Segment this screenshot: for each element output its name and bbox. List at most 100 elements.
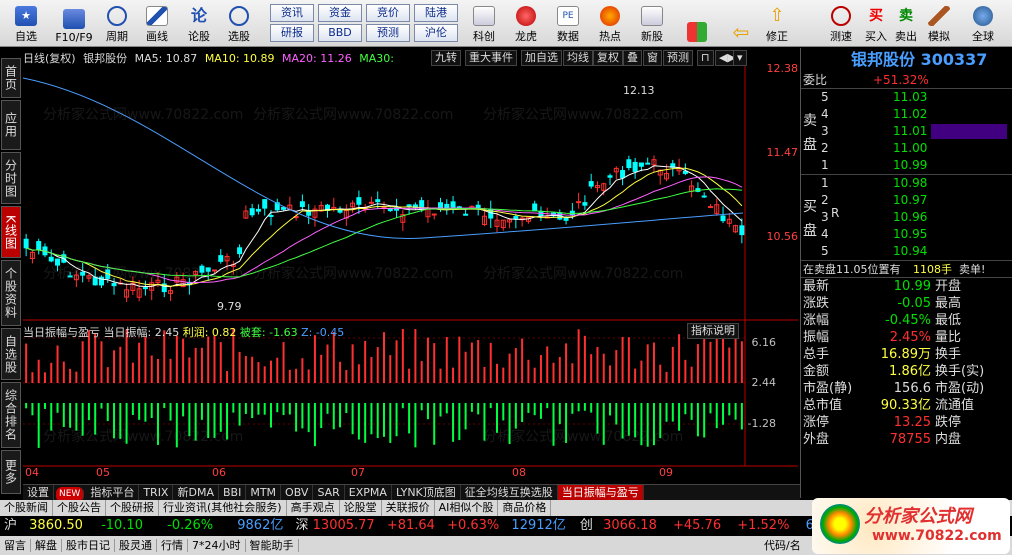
- status-diary[interactable]: 股市日记: [62, 539, 115, 552]
- candle-body: [55, 258, 61, 266]
- toolbar-sell-button[interactable]: 卖 卖出: [892, 2, 920, 44]
- status-message[interactable]: 留言: [0, 539, 31, 552]
- toolbar-auction-button[interactable]: 竞价: [366, 4, 410, 22]
- tool-adjust[interactable]: 复权: [593, 50, 623, 66]
- news-tab-forum[interactable]: 论股堂: [340, 500, 382, 516]
- sidetab-ranking[interactable]: 综合排名: [1, 382, 21, 448]
- sidetab-timeshare[interactable]: 分时图: [1, 152, 21, 204]
- tool-forecast[interactable]: 预测: [663, 50, 693, 66]
- candle-body: [720, 215, 726, 222]
- news-tab-industry[interactable]: 行业资讯(其他社会服务): [159, 500, 287, 516]
- tab-bbi[interactable]: BBI: [219, 485, 247, 500]
- toolbar-shlondon-button[interactable]: 沪伦: [414, 24, 458, 42]
- sidetab-more[interactable]: 更多: [1, 450, 21, 494]
- stat-label-right: 最高: [935, 296, 962, 311]
- toolbar-watchlist-button[interactable]: ★ 自选: [6, 2, 46, 44]
- tool-add-watchlist[interactable]: 加自选: [521, 50, 562, 66]
- tab-newdma[interactable]: 新DMA: [173, 485, 219, 500]
- toolbar-select-button[interactable]: 选股: [222, 2, 256, 44]
- toolbar-forecast-button[interactable]: 预测: [366, 24, 410, 42]
- toolbar-global-button[interactable]: 全球: [966, 2, 1000, 44]
- tab-sar[interactable]: SAR: [313, 485, 345, 500]
- news-tab-research[interactable]: 个股研报: [106, 500, 159, 516]
- toolbar-layout-button[interactable]: [684, 2, 710, 44]
- sidetab-apps[interactable]: 应用: [1, 100, 21, 150]
- code-search[interactable]: 代码/名: [760, 536, 805, 555]
- toolbar-speed-button[interactable]: 测速: [826, 2, 856, 44]
- toolbar-news-button[interactable]: 资讯: [270, 4, 314, 22]
- sell-row[interactable]: 4 11.02: [801, 106, 1011, 123]
- hot-icon: [600, 6, 620, 26]
- buy-row[interactable]: 5 10.94: [801, 243, 1011, 260]
- sidetab-home[interactable]: 首页: [1, 58, 21, 98]
- toolbar-dragon-button[interactable]: 龙虎: [508, 2, 544, 44]
- tab-ma-swap[interactable]: 征全均线互换选股: [461, 485, 558, 500]
- toolbar-data-button[interactable]: PE 数据: [550, 2, 586, 44]
- tool-ma[interactable]: 均线: [563, 50, 593, 66]
- candle-body: [707, 206, 713, 209]
- lock-icon[interactable]: ⊓: [697, 50, 714, 66]
- news-tab-announcements[interactable]: 个股公告: [53, 500, 106, 516]
- toolbar-newstock-button[interactable]: 新股: [634, 2, 670, 44]
- kline-chart-area[interactable]: 日线(复权) 银邦股份 MA5: 10.87 MA10: 10.89 MA20:…: [23, 48, 798, 484]
- sell-row[interactable]: 2 11.00: [801, 140, 1011, 157]
- status-market[interactable]: 行情: [157, 539, 188, 552]
- toolbar-hkconnect-button[interactable]: 陆港: [414, 4, 458, 22]
- stat-value: 16.89万: [880, 347, 931, 362]
- tab-lynk[interactable]: LYNK顶底图: [392, 485, 461, 500]
- news-tab-related[interactable]: 关联报价: [382, 500, 435, 516]
- toolbar-funds-button[interactable]: 资金: [318, 4, 362, 22]
- toolbar-fix-button[interactable]: ⇧ 修正: [762, 2, 792, 44]
- toolbar-draw-button[interactable]: 画线: [140, 2, 174, 44]
- stat-label-right: 最低: [935, 313, 962, 328]
- buy-row[interactable]: 4 10.95: [801, 226, 1011, 243]
- tab-expma[interactable]: EXPMA: [345, 485, 392, 500]
- indicator-help-button[interactable]: 指标说明: [687, 323, 739, 339]
- sidetab-kline[interactable]: K线图: [1, 206, 21, 258]
- tool-major-events[interactable]: 重大事件: [465, 50, 517, 66]
- toolbar-discuss-button[interactable]: 论 论股: [182, 2, 216, 44]
- toolbar-buy-button[interactable]: 买 买入: [862, 2, 890, 44]
- discuss-icon: 论: [190, 6, 207, 25]
- candle-body: [701, 195, 707, 198]
- stat-row: 金额 1.86亿 换手(实): [801, 363, 1012, 380]
- sz-amount: 12912亿: [511, 518, 566, 533]
- buy-row[interactable]: 1 10.98: [801, 175, 1011, 192]
- candle-body: [268, 214, 274, 217]
- toolbar-simulate-button[interactable]: 模拟: [924, 2, 954, 44]
- toolbar-f10-button[interactable]: F10/F9: [52, 2, 96, 44]
- status-assistant[interactable]: 智能助手: [245, 539, 299, 552]
- news-tab-news[interactable]: 个股新闻: [0, 500, 53, 516]
- sidetab-profile[interactable]: 个股资料: [1, 260, 21, 326]
- toolbar-research-button[interactable]: 研报: [270, 24, 314, 42]
- tab-trix[interactable]: TRIX: [139, 485, 174, 500]
- toolbar-back-button[interactable]: ⇦: [724, 2, 758, 44]
- status-247[interactable]: 7*24小时: [188, 539, 246, 552]
- status-gulingtong[interactable]: 股灵通: [115, 539, 157, 552]
- ind-axis-bottom: -1.28: [747, 417, 776, 430]
- toolbar-hotspot-button[interactable]: 热点: [592, 2, 628, 44]
- dropdown-icon[interactable]: ▾: [733, 50, 747, 66]
- tab-settings[interactable]: 设置: [23, 485, 54, 500]
- news-tab-experts[interactable]: 高手观点: [287, 500, 340, 516]
- sell-row[interactable]: 5 11.03: [801, 89, 1011, 106]
- news-tab-ai-similar[interactable]: AI相似个股: [435, 500, 499, 516]
- toolbar-bbd-button[interactable]: BBD: [318, 24, 362, 42]
- sidetab-watchlist[interactable]: 自选股: [1, 328, 21, 380]
- tab-obv[interactable]: OBV: [281, 485, 314, 500]
- sell-row[interactable]: 1 10.99: [801, 157, 1011, 174]
- weibi-value: +51.32%: [873, 73, 929, 87]
- tab-amplitude[interactable]: 当日振幅与盈亏: [557, 485, 644, 500]
- news-tab-commodities[interactable]: 商品价格: [498, 500, 552, 516]
- toolbar-star-market-button[interactable]: 科创: [466, 2, 502, 44]
- toolbar-period-button[interactable]: 周期: [100, 2, 134, 44]
- stat-row: 总市值 90.33亿 流通值: [801, 397, 1012, 414]
- sell-row[interactable]: 3 11.01: [801, 123, 1011, 140]
- tool-window[interactable]: 窗: [643, 50, 662, 66]
- tool-jiuzhuan[interactable]: 九转: [431, 50, 461, 66]
- tab-mtm[interactable]: MTM: [246, 485, 282, 500]
- status-analysis[interactable]: 解盘: [31, 539, 62, 552]
- tool-overlay[interactable]: 叠: [623, 50, 642, 66]
- sell-icon: 卖: [899, 8, 913, 24]
- tab-indicator-platform[interactable]: 指标平台: [86, 485, 140, 500]
